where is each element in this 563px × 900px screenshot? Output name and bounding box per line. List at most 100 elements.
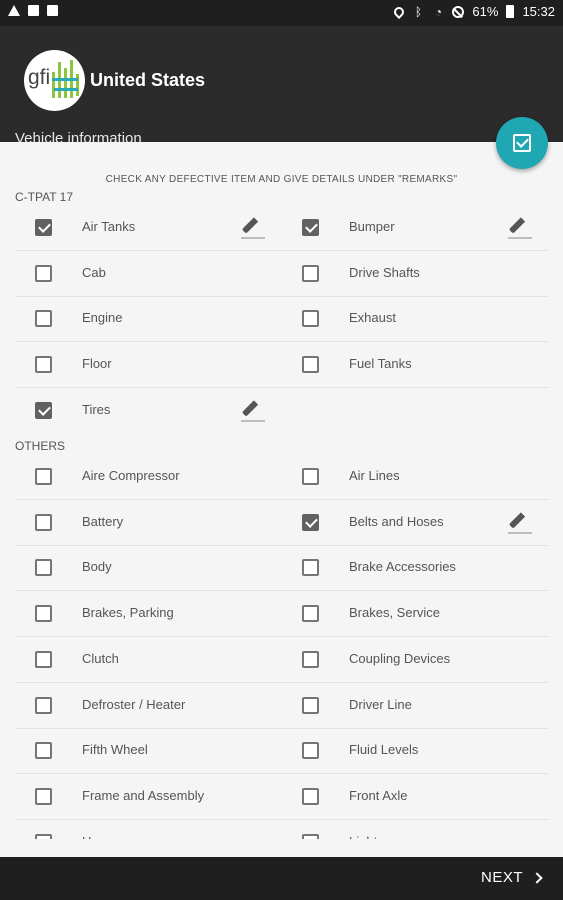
- checklist-item[interactable]: Lights: [282, 820, 548, 839]
- checklist-item[interactable]: Frame and Assembly: [15, 774, 281, 819]
- system-icons: ᛒ ◔ 61% 15:32: [392, 4, 555, 19]
- checkbox[interactable]: [302, 787, 319, 805]
- checklist-item-label: Belts and Hoses: [349, 513, 444, 529]
- checklist-item-label: Drive Shafts: [349, 264, 420, 280]
- checklist-item[interactable]: Driver Line: [282, 683, 548, 728]
- location-icon: [392, 4, 407, 19]
- warning-icon: [8, 5, 20, 16]
- notification-icons: [8, 5, 58, 16]
- checklist-item[interactable]: Belts and Hoses: [282, 500, 548, 545]
- wifi-icon: ◔: [434, 4, 443, 19]
- instruction-text: CHECK ANY DEFECTIVE ITEM AND GIVE DETAIL…: [105, 174, 458, 185]
- checkbox[interactable]: [35, 650, 52, 668]
- checklist-item-label: Fluid Levels: [349, 742, 419, 758]
- checkbox[interactable]: [35, 264, 52, 282]
- image-icon: [28, 5, 39, 16]
- checkbox[interactable]: [35, 310, 52, 328]
- checkbox[interactable]: [35, 742, 52, 760]
- checklist-item[interactable]: Cab: [15, 251, 281, 296]
- checkbox[interactable]: [35, 468, 52, 485]
- checkbox[interactable]: [35, 513, 52, 531]
- pencil-icon: [241, 217, 259, 234]
- checkbox[interactable]: [35, 833, 52, 839]
- edit-remarks-icon[interactable]: [241, 398, 265, 424]
- checkbox-icon: [513, 134, 531, 152]
- checklist-item[interactable]: Coupling Devices: [282, 637, 548, 682]
- checklist-item-label: Air Lines: [349, 468, 400, 483]
- checkbox[interactable]: [302, 356, 319, 374]
- checklist-item[interactable]: Aire Compressor: [15, 454, 281, 499]
- checklist-row: Aire Compressor Air Lines: [15, 454, 548, 500]
- edit-remarks-icon[interactable]: [508, 215, 532, 241]
- checklist-item-label: Clutch: [82, 650, 119, 666]
- checklist-item[interactable]: Floor: [15, 342, 281, 387]
- checklist-row: Battery Belts and Hoses: [15, 500, 548, 546]
- checklist-item[interactable]: Horn: [15, 820, 281, 839]
- checklist-item[interactable]: Brakes, Parking: [15, 591, 281, 636]
- checkbox[interactable]: [302, 559, 319, 577]
- clock: 15:32: [522, 4, 555, 19]
- sd-card-icon: [47, 5, 58, 16]
- checklist-row: Fifth Wheel Fluid Levels: [15, 728, 548, 775]
- checkbox[interactable]: [302, 219, 319, 236]
- status-bar: ᛒ ◔ 61% 15:32: [0, 0, 563, 26]
- checkbox[interactable]: [302, 468, 319, 485]
- checkbox[interactable]: [35, 605, 52, 623]
- checkbox[interactable]: [302, 742, 319, 760]
- checkbox[interactable]: [35, 696, 52, 714]
- checklist-row: Body Brake Accessories: [15, 545, 548, 592]
- confirm-fab-button[interactable]: [496, 117, 548, 169]
- underline: [241, 419, 265, 422]
- checklist-item[interactable]: Air Lines: [282, 454, 548, 499]
- logo-graphic: [52, 58, 80, 102]
- checklist-item[interactable]: Front Axle: [282, 774, 548, 819]
- next-button[interactable]: NEXT: [481, 869, 543, 886]
- edit-remarks-icon[interactable]: [508, 510, 532, 536]
- checklist-item[interactable]: Defroster / Heater: [15, 683, 281, 728]
- checklist-item[interactable]: Bumper: [282, 205, 548, 250]
- checklist-item-label: Air Tanks: [82, 219, 136, 234]
- checklist-item[interactable]: Engine: [15, 296, 281, 341]
- checklist-item[interactable]: Fluid Levels: [282, 728, 548, 773]
- checkbox[interactable]: [302, 310, 319, 328]
- checkbox[interactable]: [302, 833, 319, 839]
- checklist-row: Air Tanks Bumper: [15, 205, 548, 251]
- checklist-item[interactable]: Drive Shafts: [282, 251, 548, 296]
- bluetooth-icon: ᛒ: [414, 4, 423, 19]
- checklist-item-label: Brakes, Parking: [82, 605, 174, 621]
- checklist-row: Brakes, Parking Brakes, Service: [15, 591, 548, 638]
- checklist-item-label: Fuel Tanks: [349, 356, 412, 372]
- inspection-list[interactable]: CHECK ANY DEFECTIVE ITEM AND GIVE DETAIL…: [0, 142, 563, 839]
- checklist-item[interactable]: Air Tanks: [15, 205, 281, 250]
- checklist-row: Clutch Coupling Devices: [15, 637, 548, 683]
- checkbox[interactable]: [302, 696, 319, 714]
- checklist-item-label: Battery: [82, 513, 124, 529]
- checklist-item[interactable]: Brakes, Service: [282, 591, 548, 636]
- checklist-item[interactable]: Tires: [15, 388, 281, 433]
- checklist-item[interactable]: Exhaust: [282, 296, 548, 341]
- checkbox[interactable]: [35, 219, 52, 236]
- checkbox[interactable]: [302, 650, 319, 668]
- checkbox[interactable]: [35, 356, 52, 374]
- checkbox[interactable]: [302, 264, 319, 282]
- checklist-item[interactable]: Fifth Wheel: [15, 728, 281, 773]
- checklist-item[interactable]: Fuel Tanks: [282, 342, 548, 387]
- checkbox[interactable]: [35, 559, 52, 577]
- country-title: United States: [90, 70, 206, 90]
- checklist-item[interactable]: Brake Accessories: [282, 545, 548, 590]
- underline: [241, 237, 265, 239]
- checklist-item[interactable]: Clutch: [15, 637, 281, 682]
- edit-remarks-icon[interactable]: [241, 215, 265, 241]
- checklist-item-label: Driver Line: [349, 696, 412, 712]
- checklist-row: Horn Lights: [15, 820, 548, 839]
- checklist-item-label: Brake Accessories: [349, 559, 456, 575]
- checkbox[interactable]: [35, 787, 52, 805]
- checklist-item[interactable]: Battery: [15, 500, 281, 545]
- checkbox[interactable]: [35, 401, 52, 419]
- checklist-item-label: Body: [82, 559, 112, 575]
- underline: [508, 531, 532, 534]
- checkbox[interactable]: [302, 605, 319, 623]
- checklist-item[interactable]: Body: [15, 545, 281, 590]
- checklist-row: Tires: [15, 388, 548, 434]
- checkbox[interactable]: [302, 513, 319, 531]
